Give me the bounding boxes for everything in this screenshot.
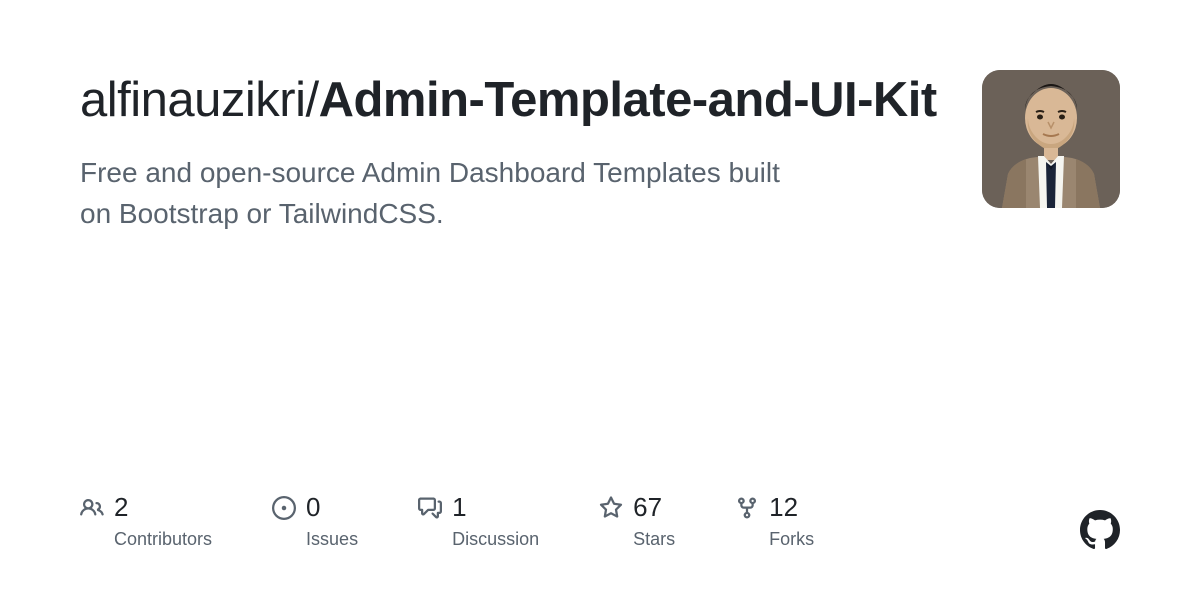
star-icon	[599, 496, 623, 520]
repo-description: Free and open-source Admin Dashboard Tem…	[80, 153, 800, 234]
avatar[interactable]	[982, 70, 1120, 208]
stat-stars[interactable]: 67 Stars	[599, 492, 675, 550]
comment-discussion-icon	[418, 496, 442, 520]
repo-separator: /	[305, 73, 318, 127]
contributors-count: 2	[114, 492, 128, 523]
header-row: alfinauzikri/Admin-Template-and-UI-Kit F…	[80, 70, 1120, 234]
contributors-label: Contributors	[114, 529, 212, 550]
stat-discussion[interactable]: 1 Discussion	[418, 492, 539, 550]
stats-row: 2 Contributors 0 Issues 1 Discussion 67 …	[80, 492, 1120, 550]
repo-forked-icon	[735, 496, 759, 520]
forks-label: Forks	[769, 529, 814, 550]
stat-contributors[interactable]: 2 Contributors	[80, 492, 212, 550]
forks-count: 12	[769, 492, 798, 523]
discussion-label: Discussion	[452, 529, 539, 550]
title-block: alfinauzikri/Admin-Template-and-UI-Kit F…	[80, 70, 942, 234]
stars-label: Stars	[633, 529, 675, 550]
stars-count: 67	[633, 492, 662, 523]
issues-label: Issues	[306, 529, 358, 550]
github-logo-icon[interactable]	[1080, 510, 1120, 550]
people-icon	[80, 496, 104, 520]
repo-name[interactable]: Admin-Template-and-UI-Kit	[319, 73, 937, 127]
issue-opened-icon	[272, 496, 296, 520]
repo-title: alfinauzikri/Admin-Template-and-UI-Kit	[80, 70, 942, 131]
stat-issues[interactable]: 0 Issues	[272, 492, 358, 550]
discussion-count: 1	[452, 492, 466, 523]
repo-owner[interactable]: alfinauzikri	[80, 73, 305, 127]
issues-count: 0	[306, 492, 320, 523]
stat-forks[interactable]: 12 Forks	[735, 492, 814, 550]
